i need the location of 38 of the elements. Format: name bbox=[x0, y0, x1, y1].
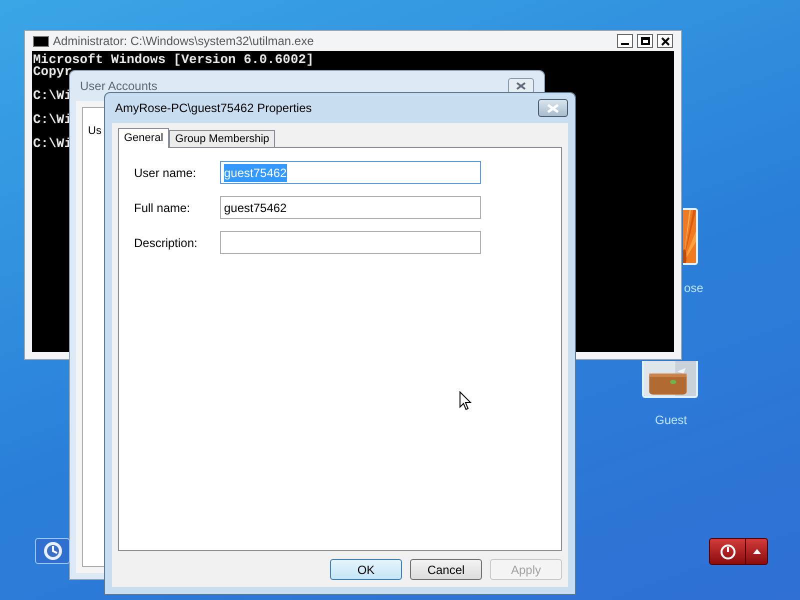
window-title: Administrator: C:\Windows\system32\utilman.exe bbox=[53, 33, 314, 50]
mouse-cursor bbox=[459, 391, 472, 411]
shutdown-options-button[interactable] bbox=[746, 538, 768, 565]
text-field[interactable] bbox=[220, 231, 481, 254]
console-line: Microsoft Windows [Version 6.0.6002] bbox=[33, 54, 314, 66]
close-icon bbox=[547, 104, 559, 112]
field-value: guest75462 bbox=[224, 200, 287, 216]
close-icon bbox=[516, 82, 526, 90]
window-title: User Accounts bbox=[80, 78, 158, 95]
field-label: User name: bbox=[134, 164, 198, 182]
console-prompt: C:\Wi bbox=[33, 138, 72, 150]
close-button[interactable] bbox=[657, 34, 673, 48]
user-name: Guest bbox=[655, 412, 688, 429]
user-tile[interactable] bbox=[642, 361, 698, 398]
text-field[interactable]: guest75462 bbox=[220, 196, 481, 219]
user-name: ose bbox=[684, 280, 704, 297]
field-value: guest75462 bbox=[224, 164, 287, 182]
power-icon bbox=[720, 544, 736, 560]
console-prompt: C:\Wi bbox=[33, 114, 72, 126]
dialog-button[interactable]: Cancel bbox=[410, 559, 482, 580]
console-prompt: C:\Wi bbox=[33, 90, 72, 102]
minimize-button[interactable] bbox=[617, 34, 633, 48]
user-tile[interactable] bbox=[683, 208, 698, 265]
tab[interactable]: General bbox=[118, 128, 170, 148]
close-button[interactable] bbox=[538, 99, 568, 117]
console-icon bbox=[33, 36, 49, 46]
caret-icon bbox=[752, 549, 760, 554]
console-line: Copyr bbox=[33, 66, 72, 78]
close-icon bbox=[660, 36, 670, 46]
dialog-button[interactable]: OK bbox=[330, 559, 402, 580]
field-label: Full name: bbox=[134, 200, 192, 216]
maximize-button[interactable] bbox=[637, 34, 653, 48]
ease-of-access-button[interactable] bbox=[35, 538, 70, 564]
tab[interactable]: Group Membership bbox=[169, 130, 276, 147]
shutdown-button[interactable] bbox=[709, 538, 746, 565]
field-label: Description: bbox=[134, 234, 198, 252]
window-title: AmyRose-PC\guest75462 Properties bbox=[115, 100, 312, 117]
tab[interactable]: Us bbox=[88, 125, 102, 137]
